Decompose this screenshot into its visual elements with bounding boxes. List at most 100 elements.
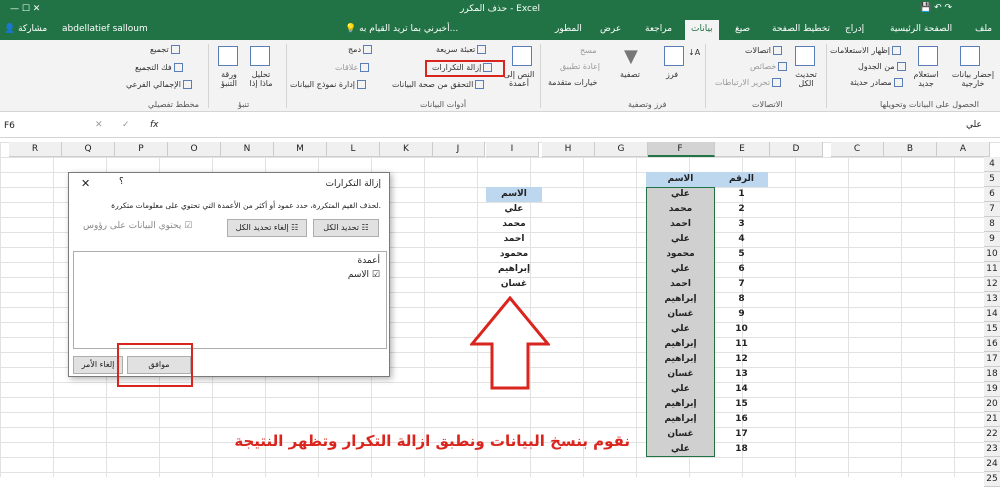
row-header[interactable]: 6: [984, 187, 1000, 202]
column-header-p[interactable]: P: [115, 142, 168, 157]
has-headers-checkbox[interactable]: يحتوي البيانات على رؤوس ☑: [83, 221, 192, 231]
row-header[interactable]: 13: [984, 292, 1000, 307]
close-icon[interactable]: ✕: [81, 177, 90, 190]
column-header-c[interactable]: C: [831, 142, 884, 157]
num-cell[interactable]: 14: [715, 382, 768, 397]
name-cell[interactable]: إبراهيم: [646, 292, 715, 307]
quick-access-toolbar[interactable]: 💾 ↶ ↷: [920, 3, 952, 13]
row-header[interactable]: 9: [984, 232, 1000, 247]
tab-home[interactable]: الصفحة الرئيسية: [890, 24, 952, 34]
row-header[interactable]: 23: [984, 442, 1000, 457]
row-header[interactable]: 21: [984, 412, 1000, 427]
row-header[interactable]: 4: [984, 157, 1000, 172]
tab-data[interactable]: بيانات: [685, 20, 719, 40]
column-checkbox-name[interactable]: الاسم ☑: [348, 270, 380, 280]
num-cell[interactable]: 15: [715, 397, 768, 412]
tab-developer[interactable]: المطور: [555, 24, 582, 34]
num-cell[interactable]: 18: [715, 442, 768, 457]
result-name-cell[interactable]: احمد: [486, 232, 542, 247]
fx-icon[interactable]: fx: [150, 120, 159, 130]
sort-az-icon[interactable]: ↓A: [688, 48, 700, 57]
help-icon[interactable]: ؟: [119, 177, 124, 187]
name-cell[interactable]: غسان: [646, 307, 715, 322]
group-button[interactable]: تجميع: [150, 45, 182, 54]
name-cell[interactable]: علي: [646, 232, 715, 247]
row-header[interactable]: 11: [984, 262, 1000, 277]
result-name-cell[interactable]: محمود: [486, 247, 542, 262]
num-cell[interactable]: 13: [715, 367, 768, 382]
row-header[interactable]: 22: [984, 427, 1000, 442]
name-cell[interactable]: إبراهيم: [646, 352, 715, 367]
consolidate-button[interactable]: دمج: [348, 45, 374, 54]
num-cell[interactable]: 7: [715, 277, 768, 292]
connections-button[interactable]: اتصالات: [745, 46, 784, 55]
data-validation-button[interactable]: التحقق من صحة البيانات: [392, 80, 486, 89]
row-header[interactable]: 14: [984, 307, 1000, 322]
column-header-f[interactable]: F: [646, 142, 715, 157]
tab-file[interactable]: ملف: [975, 24, 992, 34]
name-cell[interactable]: إبراهيم: [646, 337, 715, 352]
from-table-button[interactable]: من الجدول: [858, 62, 908, 71]
row-header[interactable]: 18: [984, 367, 1000, 382]
column-header-i[interactable]: I: [486, 142, 539, 157]
column-header-k[interactable]: K: [380, 142, 433, 157]
column-header-o[interactable]: O: [168, 142, 221, 157]
name-cell[interactable]: علي: [646, 442, 715, 457]
clear-button[interactable]: مسح: [580, 46, 597, 55]
num-cell[interactable]: 1: [715, 187, 768, 202]
column-header-d[interactable]: D: [770, 142, 823, 157]
num-cell[interactable]: 4: [715, 232, 768, 247]
tab-view[interactable]: عرض: [600, 24, 621, 34]
tab-insert[interactable]: إدراج: [845, 24, 864, 34]
result-header-cell[interactable]: الاسم: [486, 187, 542, 202]
new-query-button[interactable]: استعلام جديد: [905, 70, 947, 88]
edit-links-button[interactable]: تحرير الارتباطات: [715, 78, 783, 87]
num-cell[interactable]: 17: [715, 427, 768, 442]
properties-button[interactable]: خصائص: [750, 62, 789, 71]
column-header-r[interactable]: R: [9, 142, 62, 157]
name-cell[interactable]: علي: [646, 262, 715, 277]
cancel-entry-icon[interactable]: ✕: [95, 120, 103, 130]
manage-data-model-button[interactable]: إدارة نموذج البيانات: [290, 80, 368, 89]
row-header[interactable]: 5: [984, 172, 1000, 187]
get-external-data-button[interactable]: إحضار بيانات خارجية: [948, 70, 998, 88]
num-cell[interactable]: 8: [715, 292, 768, 307]
name-cell[interactable]: احمد: [646, 277, 715, 292]
formula-input[interactable]: علي: [966, 120, 982, 130]
filter-button[interactable]: تصفية: [620, 70, 640, 79]
refresh-all-button[interactable]: تحديث الكل: [790, 70, 822, 88]
column-header-l[interactable]: L: [327, 142, 380, 157]
name-cell[interactable]: علي: [646, 382, 715, 397]
tab-review[interactable]: مراجعة: [645, 24, 672, 34]
column-header-j[interactable]: J: [432, 142, 485, 157]
name-cell[interactable]: احمد: [646, 217, 715, 232]
name-cell[interactable]: غسان: [646, 427, 715, 442]
select-all-button[interactable]: تحديد الكل ☷: [313, 219, 379, 237]
sort-button[interactable]: فرز: [666, 70, 678, 79]
row-header[interactable]: 7: [984, 202, 1000, 217]
tab-page-layout[interactable]: تخطيط الصفحة: [772, 24, 830, 34]
confirm-entry-icon[interactable]: ✓: [122, 120, 130, 130]
header-name-cell[interactable]: الاسم: [646, 172, 715, 187]
flash-fill-button[interactable]: تعبئة سريعة: [436, 45, 488, 54]
num-cell[interactable]: 9: [715, 307, 768, 322]
window-controls[interactable]: — ☐ ✕: [10, 4, 40, 14]
tab-formulas[interactable]: صيغ: [735, 24, 750, 34]
num-cell[interactable]: 3: [715, 217, 768, 232]
num-cell[interactable]: 16: [715, 412, 768, 427]
result-name-cell[interactable]: علي: [486, 202, 542, 217]
row-header[interactable]: 15: [984, 322, 1000, 337]
name-cell[interactable]: محمد: [646, 202, 715, 217]
forecast-sheet-button[interactable]: ورقة التنبؤ: [215, 70, 243, 88]
row-header[interactable]: 17: [984, 352, 1000, 367]
name-cell[interactable]: محمود: [646, 247, 715, 262]
row-header[interactable]: 12: [984, 277, 1000, 292]
share-button[interactable]: 👤 مشاركة: [4, 24, 47, 34]
num-cell[interactable]: 12: [715, 352, 768, 367]
ungroup-button[interactable]: فك التجميع: [135, 63, 185, 72]
num-cell[interactable]: 5: [715, 247, 768, 262]
tell-me-box[interactable]: 💡 أخبرني بما تريد القيام به...: [345, 24, 458, 34]
row-header[interactable]: 10: [984, 247, 1000, 262]
name-cell[interactable]: علي: [646, 187, 715, 202]
name-cell[interactable]: إبراهيم: [646, 412, 715, 427]
